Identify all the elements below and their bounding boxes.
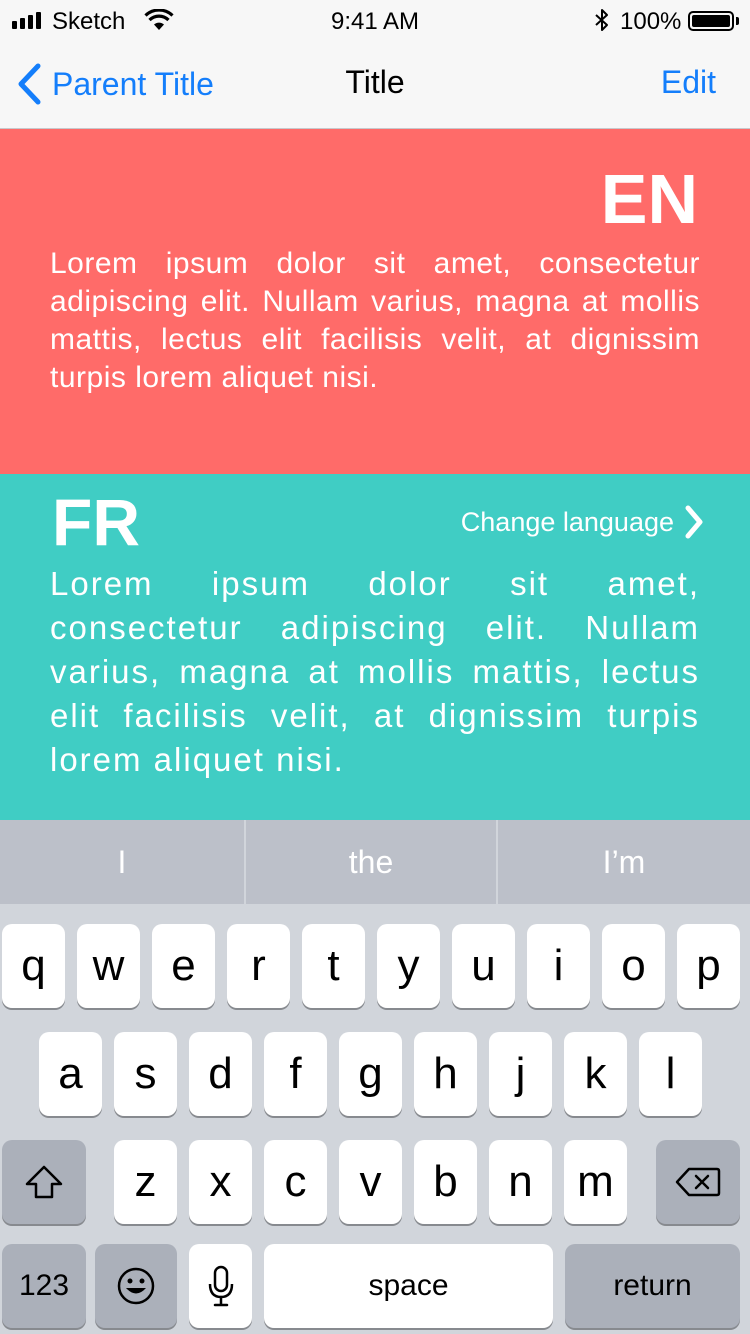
key-b[interactable]: b <box>414 1140 477 1224</box>
key-a[interactable]: a <box>39 1032 102 1116</box>
numbers-key[interactable]: 123 <box>2 1244 86 1328</box>
key-c[interactable]: c <box>264 1140 327 1224</box>
bluetooth-icon <box>595 9 608 31</box>
emoji-key[interactable] <box>95 1244 177 1328</box>
key-i[interactable]: i <box>527 924 590 1008</box>
delete-key[interactable] <box>656 1140 740 1224</box>
key-f[interactable]: f <box>264 1032 327 1116</box>
page-title: Title <box>345 64 405 100</box>
language-code-fr: FR <box>52 485 140 559</box>
delete-icon <box>675 1167 721 1197</box>
key-x[interactable]: x <box>189 1140 252 1224</box>
key-g[interactable]: g <box>339 1032 402 1116</box>
suggestion-2[interactable]: the <box>246 820 496 904</box>
microphone-key[interactable] <box>189 1244 252 1328</box>
suggestion-3[interactable]: I’m <box>498 820 750 904</box>
key-t[interactable]: t <box>302 924 365 1008</box>
key-z[interactable]: z <box>114 1140 177 1224</box>
french-panel: FR Change language Lorem ipsum dolor sit… <box>0 474 750 820</box>
return-key[interactable]: return <box>565 1244 740 1328</box>
chevron-right-icon <box>685 505 703 539</box>
key-s[interactable]: s <box>114 1032 177 1116</box>
shift-key[interactable] <box>2 1140 86 1224</box>
change-language-label: Change language <box>460 506 674 537</box>
key-j[interactable]: j <box>489 1032 552 1116</box>
key-d[interactable]: d <box>189 1032 252 1116</box>
english-text: Lorem ipsum dolor sit amet, consectetur … <box>50 247 700 394</box>
keyboard: I the I’m q w e r t y u i o p a s d f g … <box>0 820 750 1334</box>
emoji-icon <box>117 1267 155 1305</box>
key-w[interactable]: w <box>77 924 140 1008</box>
key-y[interactable]: y <box>377 924 440 1008</box>
navigation-bar: Parent Title Title Edit <box>0 40 750 129</box>
french-text: Lorem ipsum dolor sit amet, consectetur … <box>50 565 700 778</box>
english-panel: EN Lorem ipsum dolor sit amet, consectet… <box>0 129 750 474</box>
key-m[interactable]: m <box>564 1140 627 1224</box>
microphone-icon <box>208 1265 233 1307</box>
edit-button[interactable]: Edit <box>661 64 716 101</box>
suggestion-bar: I the I’m <box>0 820 750 904</box>
key-q[interactable]: q <box>2 924 65 1008</box>
key-r[interactable]: r <box>227 924 290 1008</box>
status-bar: Sketch 9:41 AM 100% <box>0 0 750 40</box>
key-h[interactable]: h <box>414 1032 477 1116</box>
battery-icon <box>688 11 734 31</box>
key-v[interactable]: v <box>339 1140 402 1224</box>
key-e[interactable]: e <box>152 924 215 1008</box>
key-k[interactable]: k <box>564 1032 627 1116</box>
suggestion-1[interactable]: I <box>0 820 244 904</box>
change-language-button[interactable]: Change language <box>461 504 704 540</box>
key-p[interactable]: p <box>677 924 740 1008</box>
space-key[interactable]: space <box>264 1244 553 1328</box>
key-n[interactable]: n <box>489 1140 552 1224</box>
key-l[interactable]: l <box>639 1032 702 1116</box>
key-u[interactable]: u <box>452 924 515 1008</box>
shift-icon <box>25 1165 63 1199</box>
language-code-en: EN <box>600 160 698 238</box>
key-o[interactable]: o <box>602 924 665 1008</box>
battery-percentage: 100% <box>620 8 682 35</box>
